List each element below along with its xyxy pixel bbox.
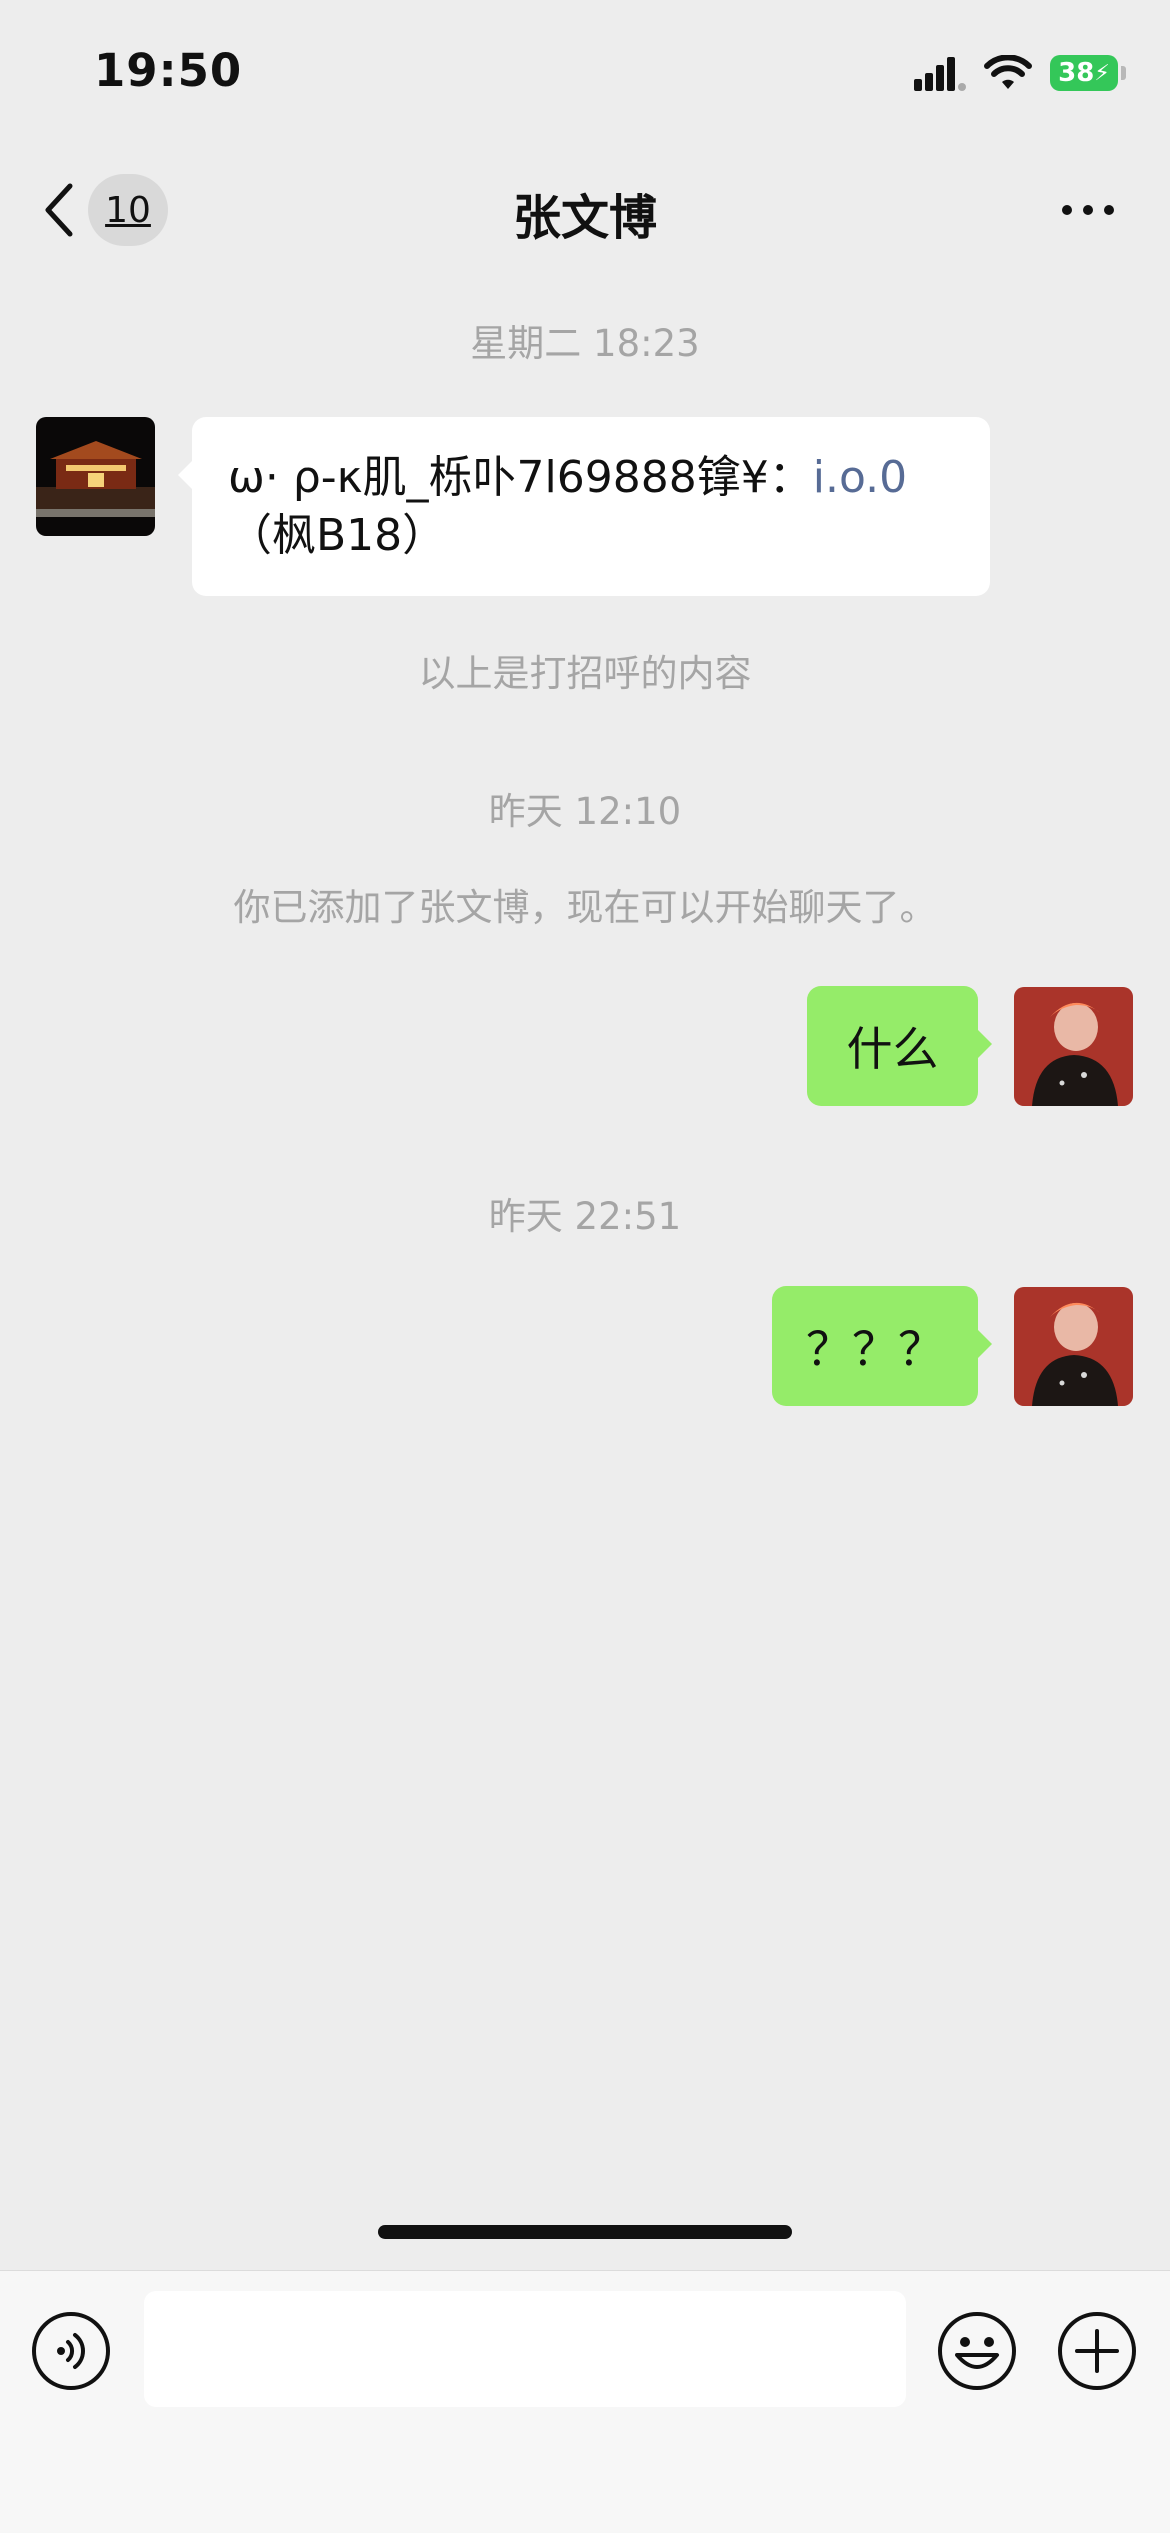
outgoing-message-text: 什么 [846, 1022, 939, 1076]
status-time: 19:50 [94, 44, 243, 97]
my-avatar-image [1014, 1287, 1133, 1406]
greeting-note: 以上是打招呼的内容 [418, 652, 752, 695]
timestamp: 昨天 12:10 [488, 790, 682, 833]
contact-avatar[interactable] [36, 417, 155, 536]
greeting-message-link[interactable]: i.o.0 [813, 452, 907, 503]
emoji-button[interactable] [937, 2311, 1017, 2391]
contact-avatar-image [36, 417, 155, 536]
chat-header: 10 张文博 [0, 150, 1170, 265]
greeting-line-1: ω· ρ-κ肌_栎卟7l69888镎¥：i.o.0 [228, 449, 956, 507]
more-functions-button[interactable] [1057, 2311, 1137, 2391]
added-friend-notice: 你已添加了张文博，现在可以开始聊天了。 [233, 886, 937, 929]
battery-indicator: 38 ⚡ [1050, 55, 1126, 91]
charging-bolt-icon: ⚡ [1094, 60, 1110, 86]
incoming-greeting-bubble[interactable]: ω· ρ-κ肌_栎卟7l69888镎¥：i.o.0 （枫B18） [178, 417, 990, 596]
message-input[interactable] [144, 2291, 906, 2407]
timestamp: 星期二 18:23 [470, 322, 700, 365]
battery-level: 38 [1058, 58, 1095, 88]
cellular-signal-icon [914, 57, 966, 91]
my-avatar-image [1014, 987, 1133, 1106]
wifi-icon [984, 55, 1032, 89]
outgoing-message-text: ？？？ [806, 1322, 944, 1376]
voice-icon [32, 2312, 110, 2390]
my-avatar[interactable] [1014, 1287, 1133, 1406]
outgoing-message-bubble[interactable]: 什么 [807, 986, 992, 1106]
message-input-bar [0, 2270, 1170, 2533]
chat-title: 张文博 [512, 190, 657, 246]
outgoing-message-bubble[interactable]: ？？？ [772, 1286, 992, 1406]
home-indicator [378, 2225, 792, 2239]
more-dots-icon [1062, 205, 1114, 215]
status-bar: 19:50 38 ⚡ [0, 0, 1170, 150]
timestamp: 昨天 22:51 [488, 1195, 682, 1238]
greeting-line-2: （枫B18） [228, 510, 447, 561]
plus-icon [1058, 2312, 1136, 2390]
voice-input-button[interactable] [31, 2311, 111, 2391]
my-avatar[interactable] [1014, 987, 1133, 1106]
emoji-icon [938, 2312, 1016, 2390]
status-icons: 38 ⚡ [914, 48, 1126, 98]
greeting-message-text: ω· ρ-κ肌_栎卟7l69888镎¥： [228, 452, 813, 503]
more-options-button[interactable] [1048, 180, 1128, 240]
